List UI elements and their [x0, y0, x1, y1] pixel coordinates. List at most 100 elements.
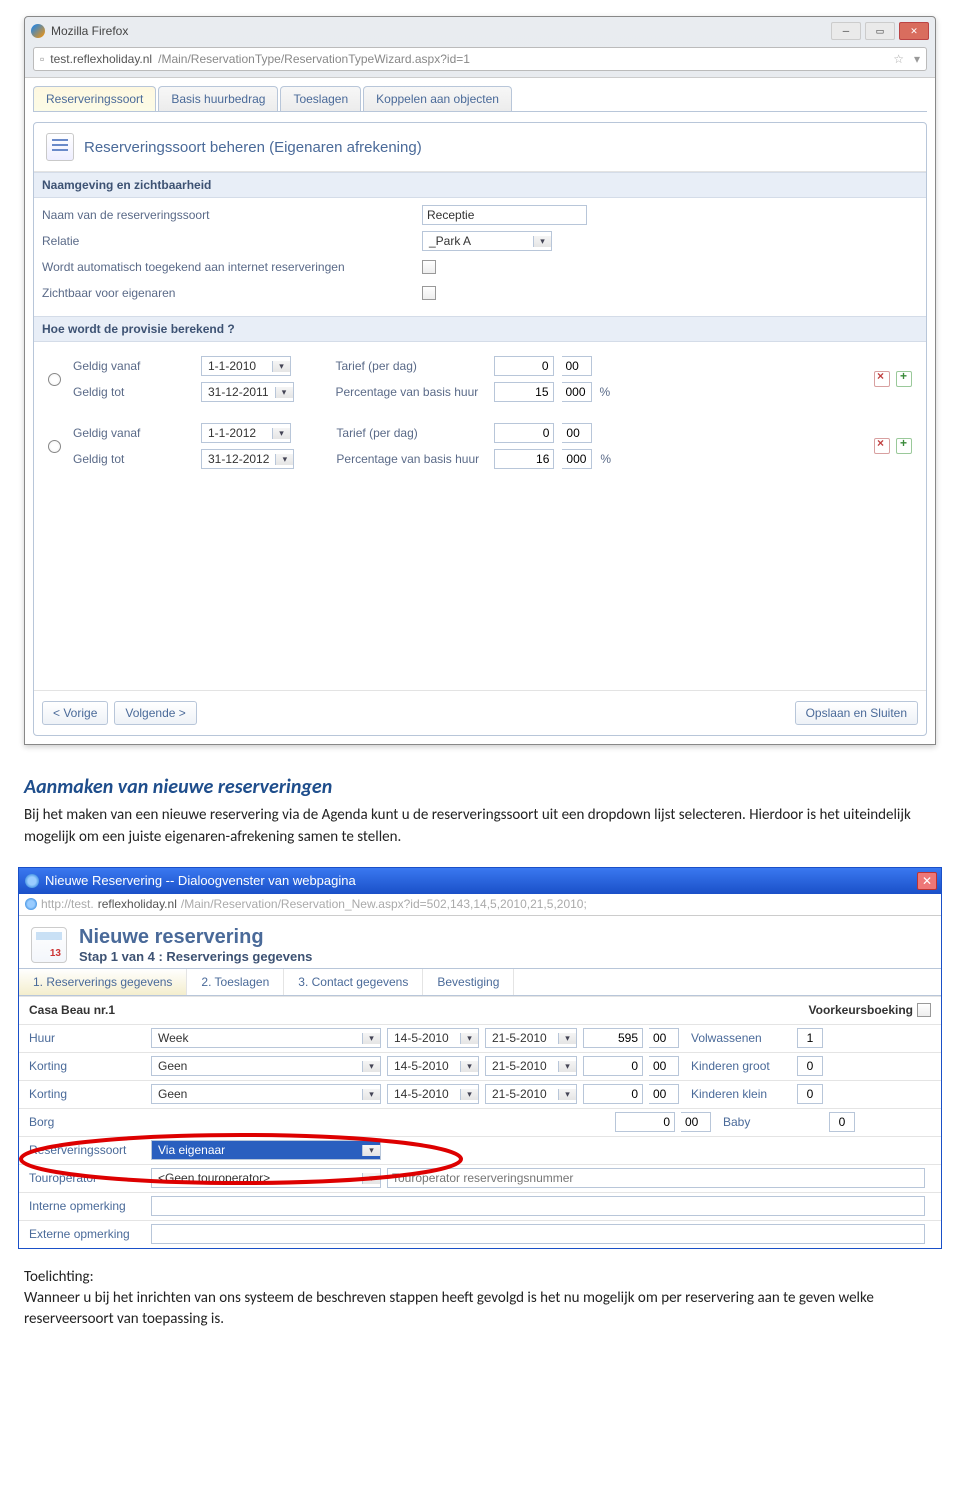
input-huur-cents[interactable] [649, 1028, 679, 1048]
combo-korting-from[interactable]: 14-5-2010▾ [387, 1056, 479, 1076]
checkbox-auto-internet[interactable] [422, 260, 436, 274]
combo-date-to[interactable]: 31-12-2011▾ [201, 382, 294, 402]
label-geldig-vanaf: Geldig vanaf [73, 426, 193, 440]
dialog-header: Nieuwe reservering Stap 1 van 4 : Reserv… [19, 916, 941, 968]
label-geldig-vanaf: Geldig vanaf [73, 359, 193, 373]
doc-heading: Aanmaken van nieuwe reserveringen [24, 775, 936, 799]
combo-huur-to[interactable]: 21-5-2010▾ [485, 1028, 577, 1048]
dlg-tab-bevestiging[interactable]: Bevestiging [423, 969, 514, 995]
input-percentage-dec[interactable] [562, 382, 592, 402]
wizard-tabs: Reserveringssoort Basis huurbedrag Toesl… [33, 86, 927, 112]
input-tourop-nr[interactable] [387, 1168, 925, 1188]
input-korting-cents[interactable] [649, 1084, 679, 1104]
input-baby[interactable] [829, 1112, 855, 1132]
combo-date-to[interactable]: 31-12-2012▾ [201, 449, 294, 469]
radio-provision[interactable] [48, 373, 61, 386]
input-borg-cents[interactable] [681, 1112, 711, 1132]
input-volwassenen[interactable] [797, 1028, 823, 1048]
form-icon [46, 133, 74, 161]
dlg-tab-reserverings[interactable]: 1. Reserverings gegevens [19, 969, 187, 995]
delete-icon[interactable] [874, 371, 890, 387]
input-korting-cents[interactable] [649, 1056, 679, 1076]
label-geldig-tot: Geldig tot [73, 452, 193, 466]
window-buttons: ─ ▭ ✕ [831, 22, 929, 40]
input-kinderen-groot[interactable] [797, 1056, 823, 1076]
input-korting-amt[interactable] [583, 1056, 643, 1076]
chevron-down-icon: ▾ [460, 1061, 478, 1072]
combo-date-from[interactable]: 1-1-2010▾ [201, 356, 291, 376]
url-path: /Main/ReservationType/ReservationTypeWiz… [158, 52, 470, 66]
input-tarief-cents[interactable] [562, 423, 592, 443]
label-reserveringssoort: Reserveringssoort [19, 1143, 151, 1157]
combo-korting[interactable]: Geen▾ [151, 1084, 381, 1104]
chevron-down-icon: ▾ [272, 428, 290, 439]
label-geldig-tot: Geldig tot [73, 385, 193, 399]
section-naamgeving-body: Naam van de reserveringssoort Relatie _P… [34, 198, 926, 316]
combo-relation-value: _Park A [423, 234, 533, 248]
input-tarief[interactable] [494, 423, 554, 443]
prev-button[interactable]: < Vorige [42, 701, 108, 725]
input-interne-opmerking[interactable] [151, 1196, 925, 1216]
radio-provision[interactable] [48, 440, 61, 453]
save-close-button[interactable]: Opslaan en Sluiten [795, 701, 918, 725]
section-provisie-body: Geldig vanaf 1-1-2010▾ Geldig tot 31-12-… [34, 342, 926, 690]
bookmark-star-icon[interactable]: ☆ [893, 52, 904, 66]
delete-icon[interactable] [874, 438, 890, 454]
add-icon[interactable] [896, 438, 912, 454]
combo-huur-from[interactable]: 14-5-2010▾ [387, 1028, 479, 1048]
input-tarief-cents[interactable] [562, 356, 592, 376]
input-korting-amt[interactable] [583, 1084, 643, 1104]
tab-reserveringssoort[interactable]: Reserveringssoort [33, 86, 156, 111]
combo-korting-from[interactable]: 14-5-2010▾ [387, 1084, 479, 1104]
input-externe-opmerking[interactable] [151, 1224, 925, 1244]
combo-relation[interactable]: _Park A ▾ [422, 231, 552, 251]
checkbox-voorkeur[interactable] [917, 1003, 931, 1017]
dialog-close-button[interactable]: ✕ [917, 872, 937, 890]
combo-korting-to[interactable]: 21-5-2010▾ [485, 1084, 577, 1104]
voorkeur-label: Voorkeursboeking [809, 1003, 941, 1017]
tab-koppelen[interactable]: Koppelen aan objecten [363, 86, 512, 111]
combo-huur[interactable]: Week▾ [151, 1028, 381, 1048]
chevron-down-icon: ▾ [533, 236, 551, 247]
label-borg: Borg [19, 1115, 151, 1129]
combo-date-from[interactable]: 1-1-2012▾ [201, 423, 291, 443]
input-name[interactable] [422, 205, 587, 225]
label-kinderen-groot: Kinderen groot [691, 1059, 791, 1073]
firefox-icon [31, 24, 45, 38]
label-tarief: Tarief (per dag) [336, 426, 486, 440]
input-borg-amt[interactable] [615, 1112, 675, 1132]
label-baby: Baby [723, 1115, 823, 1129]
input-percentage-dec[interactable] [562, 449, 592, 469]
input-kinderen-klein[interactable] [797, 1084, 823, 1104]
checkbox-visible-owners[interactable] [422, 286, 436, 300]
chevron-down-icon: ▾ [362, 1145, 380, 1156]
input-percentage[interactable] [494, 449, 554, 469]
tab-toeslagen[interactable]: Toeslagen [280, 86, 361, 111]
combo-korting-to[interactable]: 21-5-2010▾ [485, 1056, 577, 1076]
maximize-button[interactable]: ▭ [865, 22, 895, 40]
add-icon[interactable] [896, 371, 912, 387]
caption-body: Wanneer u bij het inrichten van ons syst… [24, 1289, 874, 1328]
combo-korting[interactable]: Geen▾ [151, 1056, 381, 1076]
close-button[interactable]: ✕ [899, 22, 929, 40]
ie-icon [25, 874, 39, 888]
chevron-down-icon: ▾ [362, 1089, 380, 1100]
combo-touroperator[interactable]: <Geen touroperator>▾ [151, 1168, 381, 1188]
label-auto-internet: Wordt automatisch toegekend aan internet… [42, 260, 422, 274]
combo-reserveringssoort[interactable]: Via eigenaar▾ [151, 1140, 381, 1160]
next-button[interactable]: Volgende > [114, 701, 196, 725]
dlg-tab-toeslagen[interactable]: 2. Toeslagen [187, 969, 284, 995]
input-percentage[interactable] [494, 382, 554, 402]
url-bar[interactable]: ▫ test.reflexholiday.nl /Main/Reservatio… [33, 47, 927, 71]
dialog-subheading: Stap 1 van 4 : Reserverings gegevens [79, 949, 312, 964]
minimize-button[interactable]: ─ [831, 22, 861, 40]
tab-basis-huurbedrag[interactable]: Basis huurbedrag [158, 86, 278, 111]
dialog-title: Nieuwe Reservering -- Dialoogvenster van… [45, 873, 356, 888]
input-tarief[interactable] [494, 356, 554, 376]
wizard-footer: < Vorige Volgende > Opslaan en Sluiten [34, 690, 926, 735]
firefox-window: Mozilla Firefox ─ ▭ ✕ ▫ test.reflexholid… [24, 16, 936, 745]
label-visible-owners: Zichtbaar voor eigenaren [42, 286, 422, 300]
dlg-tab-contact[interactable]: 3. Contact gegevens [284, 969, 423, 995]
input-huur-amt[interactable] [583, 1028, 643, 1048]
url-dropdown-icon[interactable]: ▾ [914, 52, 920, 66]
